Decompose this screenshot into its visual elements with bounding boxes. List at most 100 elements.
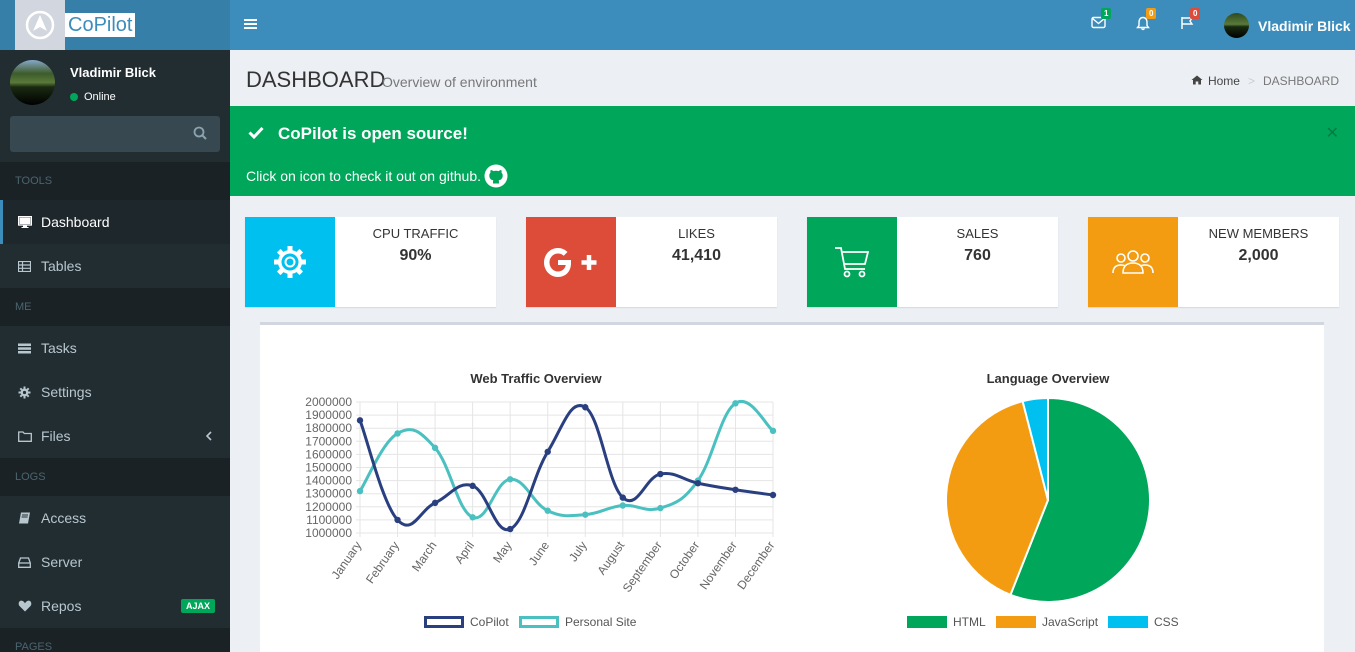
top-navbar: 1 0 0 Vladimir Blick xyxy=(230,0,1355,50)
search-icon[interactable] xyxy=(193,126,207,145)
x-tick-label: April xyxy=(452,539,477,567)
breadcrumb-separator: > xyxy=(1247,74,1255,88)
sidebar-item-label: Access xyxy=(41,510,87,526)
sidebar-item-access[interactable]: Access xyxy=(0,496,230,540)
search-input[interactable] xyxy=(10,116,220,152)
legend-label: Personal Site xyxy=(565,615,637,629)
x-tick-label: August xyxy=(594,538,627,577)
info-box-label: CPU TRAFFIC xyxy=(372,226,459,241)
legend-item-css[interactable]: CSS xyxy=(1108,615,1179,629)
gear-icon xyxy=(245,217,335,307)
x-tick-label: June xyxy=(526,538,553,568)
data-point[interactable] xyxy=(657,470,664,478)
avatar xyxy=(1224,13,1249,38)
sidebar-item-server[interactable]: Server xyxy=(0,540,230,584)
info-box-new-members: NEW MEMBERS 2,000 xyxy=(1088,217,1339,307)
flags-button[interactable]: 0 xyxy=(1180,8,1201,35)
info-box-sales: SALES 760 xyxy=(807,217,1058,307)
alert-message: Click on icon to check it out on github. xyxy=(246,168,482,184)
data-point[interactable] xyxy=(732,486,739,493)
x-tick-label: October xyxy=(666,539,702,582)
menu-header-tools: TOOLS xyxy=(0,162,230,200)
data-point[interactable] xyxy=(657,504,664,512)
data-point[interactable] xyxy=(544,507,551,514)
data-point[interactable] xyxy=(582,404,589,411)
sidebar-item-label: Files xyxy=(41,428,71,444)
legend-item-javascript[interactable]: JavaScript xyxy=(996,615,1098,629)
legend-label: CSS xyxy=(1154,615,1179,629)
info-box-label: LIKES xyxy=(678,226,715,241)
sidebar-user-name: Vladimir Blick xyxy=(70,65,156,80)
close-icon[interactable]: ✕ xyxy=(1326,123,1339,143)
messages-button[interactable]: 1 xyxy=(1091,8,1112,34)
x-tick-label: May xyxy=(490,539,514,566)
data-point[interactable] xyxy=(506,476,514,483)
data-point[interactable] xyxy=(769,427,777,435)
legend-swatch xyxy=(424,616,464,628)
data-point[interactable] xyxy=(356,487,364,495)
pie-chart-title: Language Overview xyxy=(986,371,1110,386)
alert-text: Click on icon to check it out on github. xyxy=(246,164,508,188)
avatar xyxy=(10,60,55,105)
y-tick-label: 1700000 xyxy=(305,434,352,448)
ajax-badge: AJAX xyxy=(180,599,215,613)
user-menu[interactable]: Vladimir Blick xyxy=(1224,13,1351,38)
breadcrumb: Home > DASHBOARD xyxy=(1191,74,1339,88)
data-point[interactable] xyxy=(431,499,439,507)
line-chart-title: Web Traffic Overview xyxy=(470,371,602,386)
data-point[interactable] xyxy=(769,491,777,499)
legend-item-personal-site[interactable]: Personal Site xyxy=(519,615,636,629)
sidebar-item-tasks[interactable]: Tasks xyxy=(0,326,230,370)
legend-label: JavaScript xyxy=(1042,615,1099,629)
data-point[interactable] xyxy=(619,494,627,501)
legend-swatch xyxy=(519,616,559,628)
sidebar-item-label: Server xyxy=(41,554,83,570)
sidebar-item-tables[interactable]: Tables xyxy=(0,244,230,288)
info-box-value: 90% xyxy=(399,247,432,264)
y-tick-label: 1500000 xyxy=(305,461,352,475)
charts-panel: Web Traffic Overview 2000000 1900000 18000… xyxy=(260,322,1324,652)
breadcrumb-current: DASHBOARD xyxy=(1262,74,1339,88)
cog-icon xyxy=(18,386,32,399)
breadcrumb-home-link[interactable]: Home xyxy=(1208,74,1240,88)
shopping-cart-icon xyxy=(807,217,897,307)
legend-item-html[interactable]: HTML xyxy=(907,615,986,629)
sidebar: Vladimir Blick Online TOOLS Dashboard Ta… xyxy=(0,50,230,652)
data-point[interactable] xyxy=(619,502,627,509)
y-tick-label: 1900000 xyxy=(305,408,352,422)
sidebar-item-settings[interactable]: Settings xyxy=(0,370,230,414)
sidebar-item-label: Tasks xyxy=(41,340,77,356)
x-tick-label: February xyxy=(363,539,402,586)
tasks-icon xyxy=(18,343,32,354)
book-icon xyxy=(18,512,32,524)
legend-swatch xyxy=(1108,616,1148,628)
notifications-button[interactable]: 0 xyxy=(1136,8,1157,36)
data-point[interactable] xyxy=(469,482,476,490)
sidebar-item-repos[interactable]: Repos AJAX xyxy=(0,584,230,628)
info-box-value: 41,410 xyxy=(672,247,721,264)
github-icon[interactable] xyxy=(484,164,508,188)
data-point[interactable] xyxy=(356,417,364,424)
data-point[interactable] xyxy=(544,448,551,455)
sidebar-item-dashboard[interactable]: Dashboard xyxy=(0,200,230,244)
data-point[interactable] xyxy=(431,444,439,452)
data-point[interactable] xyxy=(732,400,739,407)
hamburger-menu-icon[interactable] xyxy=(244,17,257,35)
data-point[interactable] xyxy=(694,480,702,487)
logo[interactable]: CoPilot xyxy=(0,0,230,50)
y-tick-label: 1300000 xyxy=(305,487,352,501)
data-point[interactable] xyxy=(394,430,401,437)
data-point[interactable] xyxy=(394,516,401,524)
menu-header-pages: PAGES xyxy=(0,628,230,652)
data-point[interactable] xyxy=(469,514,476,521)
legend-label: CoPilot xyxy=(470,615,509,629)
x-tick-label: January xyxy=(328,539,364,582)
user-panel: Vladimir Blick Online xyxy=(0,50,230,116)
sidebar-item-files[interactable]: Files xyxy=(0,414,230,458)
legend-item-copilot[interactable]: CoPilot xyxy=(424,615,509,629)
status-label: Online xyxy=(84,91,116,103)
data-point[interactable] xyxy=(582,511,589,518)
data-point[interactable] xyxy=(506,525,514,533)
y-tick-label: 1200000 xyxy=(305,500,352,514)
sidebar-item-label: Settings xyxy=(41,384,92,400)
